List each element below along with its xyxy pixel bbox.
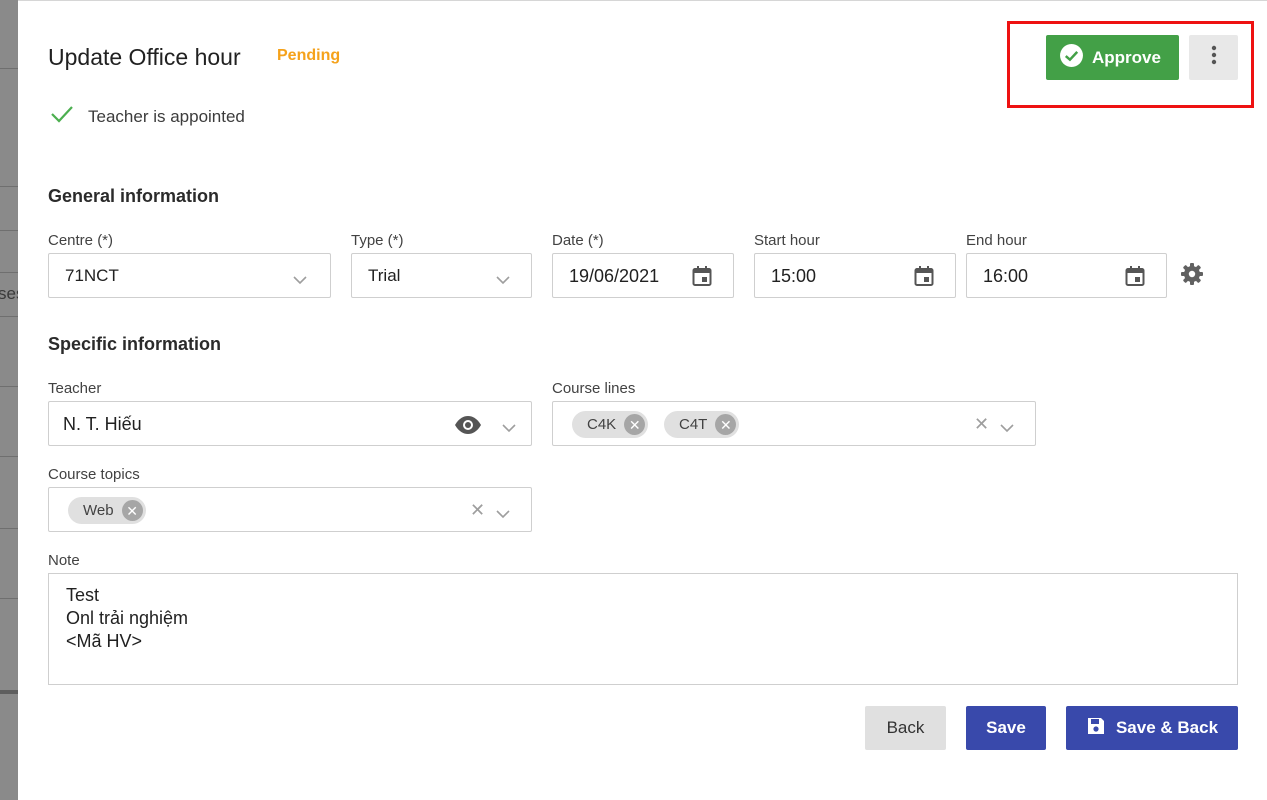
save-label: Save [986, 718, 1026, 737]
end-hour-value: 16:00 [983, 266, 1029, 286]
calendar-icon[interactable] [1123, 264, 1147, 293]
chevron-down-icon [495, 272, 511, 290]
save-button[interactable]: Save [966, 706, 1046, 750]
end-hour-field[interactable]: 16:00 [966, 253, 1167, 298]
background-text-fragment: ses [0, 284, 18, 303]
check-icon [50, 104, 74, 129]
centre-label: Centre (*) [48, 232, 114, 249]
chevron-down-icon [495, 506, 511, 524]
approve-button[interactable]: Approve [1046, 35, 1179, 80]
more-options-button[interactable] [1189, 35, 1238, 80]
centre-select[interactable]: 71NCT [48, 253, 331, 298]
more-vert-icon [1211, 44, 1217, 71]
course-topics-select[interactable]: Web ✕ ✕ [48, 487, 532, 532]
calendar-icon[interactable] [690, 264, 714, 293]
end-hour-label: End hour [966, 232, 1027, 249]
course-lines-label: Course lines [552, 380, 636, 397]
chip-label: C4T [679, 416, 708, 433]
chip-remove-icon[interactable]: ✕ [624, 414, 646, 435]
calendar-icon[interactable] [912, 264, 936, 293]
teacher-appointed-indicator: Teacher is appointed [50, 104, 245, 129]
start-hour-label: Start hour [754, 232, 820, 249]
course-lines-select[interactable]: C4K ✕ C4T ✕ ✕ [552, 401, 1036, 446]
date-value: 19/06/2021 [569, 266, 660, 286]
chevron-down-icon [999, 420, 1015, 438]
save-and-back-button[interactable]: Save & Back [1066, 706, 1238, 750]
centre-value: 71NCT [65, 266, 119, 285]
save-and-back-label: Save & Back [1115, 718, 1219, 737]
appointed-label: Teacher is appointed [88, 106, 245, 126]
specific-information-heading: Specific information [48, 334, 222, 354]
teacher-select[interactable]: N. T. Hiếu [48, 401, 532, 446]
general-information-heading: General information [48, 186, 220, 206]
chip-c4t: C4T ✕ [664, 411, 740, 438]
note-line: <Mã HV> [66, 631, 143, 651]
course-topics-label: Course topics [48, 466, 140, 483]
status-badge: Pending [277, 47, 341, 64]
chip-remove-icon[interactable]: ✕ [121, 500, 143, 521]
date-label: Date (*) [552, 232, 604, 249]
chip-c4k: C4K ✕ [572, 411, 649, 438]
clear-icon[interactable]: ✕ [974, 414, 989, 435]
background-app: ses [0, 0, 18, 800]
chip-label: C4K [587, 416, 617, 433]
clear-icon[interactable]: ✕ [470, 500, 485, 521]
note-line: Onl trải nghiệm [66, 608, 189, 628]
check-circle-icon [1059, 43, 1084, 73]
start-hour-field[interactable]: 15:00 [754, 253, 956, 298]
save-icon [1086, 716, 1106, 741]
eye-icon[interactable] [454, 415, 482, 440]
chip-web: Web ✕ [68, 497, 146, 524]
chip-remove-icon[interactable]: ✕ [715, 414, 737, 435]
page-title: Update Office hour [48, 44, 241, 70]
type-select[interactable]: Trial [351, 253, 532, 298]
gear-icon[interactable] [1180, 262, 1204, 291]
chip-label: Web [83, 502, 114, 519]
note-line: Test [66, 585, 100, 605]
chevron-down-icon [292, 272, 308, 290]
back-button[interactable]: Back [865, 706, 946, 750]
type-value: Trial [368, 266, 401, 285]
start-hour-value: 15:00 [771, 266, 817, 286]
note-textarea[interactable]: Test Onl trải nghiệm <Mã HV> [48, 573, 1238, 685]
approve-label: Approve [1092, 47, 1161, 67]
chevron-down-icon [501, 420, 517, 438]
type-label: Type (*) [351, 232, 404, 249]
note-label: Note [48, 552, 80, 569]
teacher-label: Teacher [48, 380, 102, 397]
teacher-value: N. T. Hiếu [63, 414, 142, 434]
date-field[interactable]: 19/06/2021 [552, 253, 734, 298]
back-label: Back [886, 718, 925, 737]
